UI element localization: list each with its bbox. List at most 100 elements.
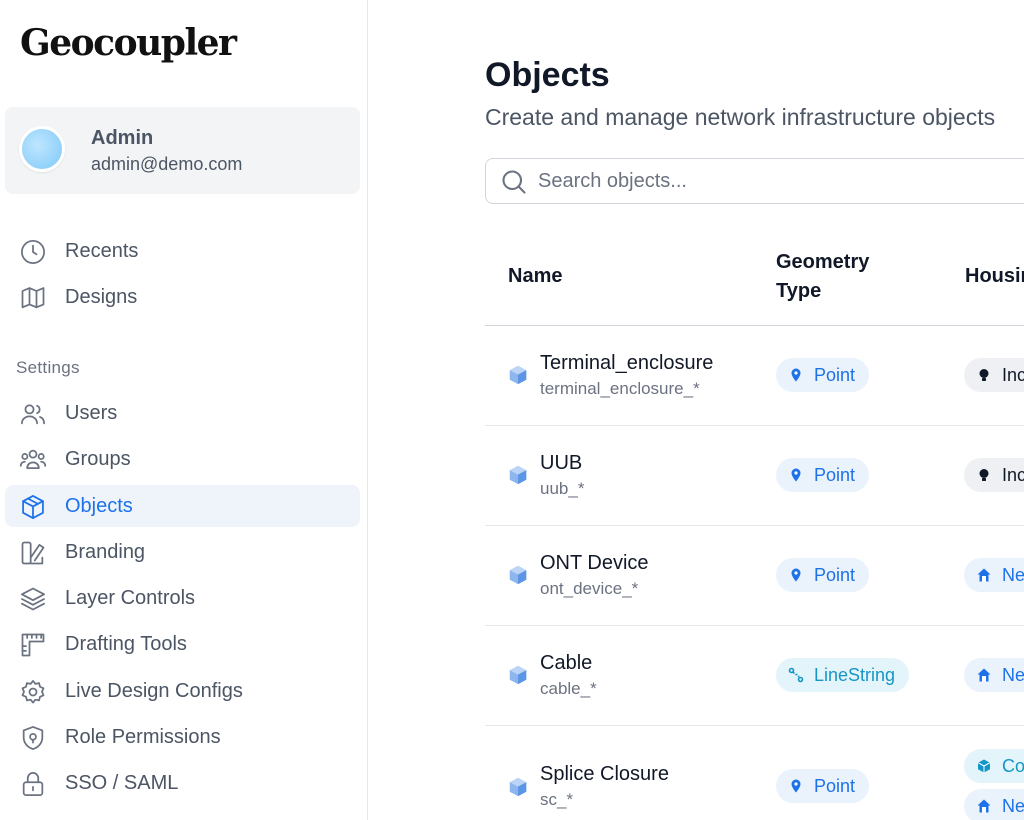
route-icon [788,667,804,683]
house-icon [977,668,991,682]
clock-icon [19,238,47,266]
housing-badge: Inc [964,358,1024,392]
user-profile-card[interactable]: Admin admin@demo.com [5,107,360,194]
search-box[interactable] [485,158,1024,204]
page-title: Objects [485,56,610,94]
table-row[interactable]: Terminal_enclosure terminal_enclosure_* … [485,326,1024,426]
shield-icon [19,724,47,752]
table-row[interactable]: UUB uub_* Point Inc [485,426,1024,526]
geometry-label: Point [814,564,856,585]
object-key: terminal_enclosure_* [540,379,700,398]
geometry-badge: Point [776,458,870,492]
housing-label: Co [1002,755,1024,776]
object-key: sc_* [540,790,574,809]
groups-icon [19,446,47,474]
sidebar-item-branding[interactable]: Branding [5,531,360,573]
map-pin-icon [791,568,801,582]
user-email: admin@demo.com [91,154,243,174]
sidebar-item-label: Users [65,402,118,424]
geometry-badge: LineString [776,658,910,692]
cube-icon [19,493,47,521]
sidebar-item-label: SSO / SAML [65,772,179,794]
object-name: ONT Device [540,552,649,574]
column-header-geometry-type[interactable]: Geometry Type [776,248,869,306]
main-content: Objects Create and manage network infras… [369,0,1024,820]
house-icon [977,799,991,813]
housing-label: Ne [1002,564,1024,585]
avatar [19,126,65,172]
sidebar-item-sso-saml[interactable]: SSO / SAML [5,762,360,804]
bulb-icon [979,369,989,381]
object-name: UUB [540,452,583,474]
geometry-label: Point [814,364,856,385]
layers-icon [19,585,47,613]
cube-icon [507,664,529,686]
sidebar-item-label: Groups [65,448,131,470]
bulb-icon [979,469,989,481]
ruler-icon [19,631,47,659]
object-key: uub_* [540,479,585,498]
sidebar-item-objects[interactable]: Objects [5,485,360,527]
settings-section-label: Settings [16,358,80,377]
geometry-label: Point [814,775,856,796]
geometry-label: LineString [814,664,896,685]
object-name: Terminal_enclosure [540,352,714,374]
sidebar-item-live-design-configs[interactable]: Live Design Configs [5,670,360,712]
cube-icon [507,564,529,586]
geometry-label: Point [814,464,856,485]
search-input[interactable] [538,167,1018,195]
page-subtitle: Create and manage network infrastructure… [485,104,996,130]
housing-label: Ne [1002,664,1024,685]
table-row[interactable]: ONT Device ont_device_* Point Ne [485,526,1024,626]
users-icon [19,400,47,428]
cube-icon [977,759,991,773]
search-icon [500,168,528,196]
lock-icon [19,770,47,798]
cube-icon [507,464,529,486]
housing-label: Inc [1002,364,1024,385]
housing-badge: Co [964,749,1024,783]
table-row[interactable]: Cable cable_* LineString Ne [485,626,1024,726]
column-header-housing[interactable]: Housing [965,262,1024,291]
column-header-geometry-line1: Geometry [776,251,870,273]
sidebar-item-label: Designs [65,286,138,308]
sidebar-item-label: Objects [65,495,133,517]
object-key: cable_* [540,679,597,698]
sidebar-item-role-permissions[interactable]: Role Permissions [5,716,360,758]
table-row[interactable]: Splice Closure sc_* Point Co Ne [485,726,1024,820]
user-name: Admin [91,127,154,149]
object-key: ont_device_* [540,579,639,598]
sidebar-item-layer-controls[interactable]: Layer Controls [5,577,360,619]
sidebar-item-label: Live Design Configs [65,680,243,702]
housing-badge: Ne [964,558,1024,592]
sidebar: Geocoupler Admin admin@demo.com Recents … [0,0,368,820]
housing-badge: Ne [964,789,1024,820]
sidebar-item-drafting-tools[interactable]: Drafting Tools [5,623,360,665]
housing-badge: Inc [964,458,1024,492]
sidebar-item-label: Role Permissions [65,726,221,748]
palette-icon [19,539,47,567]
map-pin-icon [791,779,801,793]
map-pin-icon [791,368,801,382]
geometry-badge: Point [776,358,870,392]
sidebar-item-label: Drafting Tools [65,633,187,655]
housing-label: Ne [1002,795,1024,816]
sidebar-item-users[interactable]: Users [5,392,360,434]
gear-icon [19,678,47,706]
map-pin-icon [791,468,801,482]
column-header-geometry-line2: Type [776,280,822,302]
cube-icon [507,776,529,798]
sidebar-item-groups[interactable]: Groups [5,438,360,480]
column-header-name[interactable]: Name [508,262,562,291]
geometry-badge: Point [776,769,870,803]
house-icon [977,568,991,582]
cube-icon [507,364,529,386]
sidebar-item-recents[interactable]: Recents [5,230,360,272]
geometry-badge: Point [776,558,870,592]
sidebar-item-label: Layer Controls [65,587,196,609]
map-icon [19,284,47,312]
sidebar-item-designs[interactable]: Designs [5,276,360,318]
app-logo[interactable]: Geocoupler [20,22,237,64]
housing-label: Inc [1002,464,1024,485]
object-name: Cable [540,652,593,674]
